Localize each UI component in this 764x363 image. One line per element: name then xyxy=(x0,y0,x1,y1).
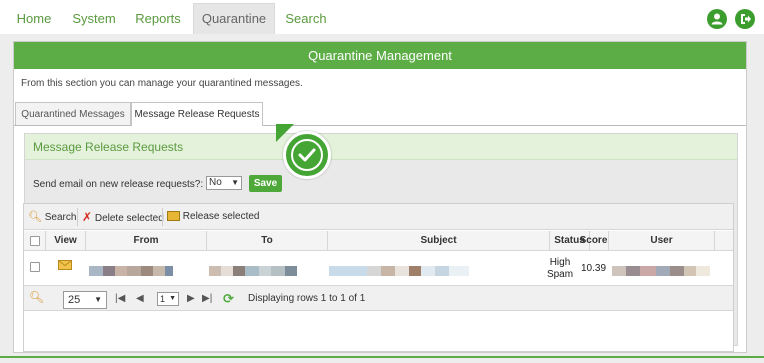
column-header-subject[interactable]: Subject xyxy=(328,231,550,251)
release-selected-label: Release selected xyxy=(182,211,260,222)
release-icon xyxy=(167,211,180,222)
toolbar-divider xyxy=(77,208,78,226)
row-checkbox[interactable] xyxy=(30,262,40,272)
tabs-divider xyxy=(14,125,746,126)
from-cell-redacted xyxy=(89,266,174,276)
email-setting-value: No xyxy=(209,177,222,188)
release-selected-button[interactable]: Release selected xyxy=(167,210,260,224)
delete-selected-label: Delete selected xyxy=(94,213,164,224)
next-page-icon[interactable]: ▶ xyxy=(187,293,195,304)
to-cell-redacted xyxy=(209,266,301,276)
email-setting-label: Send email on new release requests?: xyxy=(33,179,204,190)
column-header-score[interactable]: Score xyxy=(579,231,609,251)
logout-icon[interactable] xyxy=(735,9,755,29)
grid-header-row: View From To Subject Status Score User xyxy=(24,231,733,251)
envelope-icon[interactable] xyxy=(58,260,72,272)
tab-quarantined-messages[interactable]: Quarantined Messages xyxy=(15,102,131,126)
delete-icon: ✗ xyxy=(82,210,93,224)
chevron-down-icon: ▼ xyxy=(231,178,239,187)
requests-grid: 🔍︎ Search ✗ Delete selected Release sele… xyxy=(23,203,734,352)
success-check-icon xyxy=(283,131,331,179)
nav-tab-system[interactable]: System xyxy=(66,4,122,34)
score-cell: 10.39 xyxy=(581,263,607,274)
pager-info: Displaying rows 1 to 1 of 1 xyxy=(248,293,366,304)
nav-tab-search[interactable]: Search xyxy=(280,4,332,34)
status-cell: High Spam xyxy=(541,257,579,281)
top-nav: Home System Reports Quarantine Search xyxy=(0,0,764,38)
section-title: Message Release Requests xyxy=(25,134,737,160)
nav-tab-reports[interactable]: Reports xyxy=(128,4,188,34)
column-header-from[interactable]: From xyxy=(86,231,207,251)
intro-text: From this section you can manage your qu… xyxy=(21,78,303,89)
save-button[interactable]: Save xyxy=(249,175,282,192)
page-number-value: 1 xyxy=(160,294,166,304)
subject-cell-redacted xyxy=(329,266,469,276)
footer-line xyxy=(0,356,764,358)
chevron-down-icon: ▼ xyxy=(94,295,102,304)
first-page-icon[interactable]: |◀ xyxy=(115,293,125,304)
search-icon: 🔍︎ xyxy=(28,211,42,223)
page-number-select[interactable]: 1 ▼ xyxy=(157,292,179,306)
panel-title: Quarantine Management xyxy=(14,42,746,69)
search-button[interactable]: 🔍︎ Search xyxy=(28,210,76,224)
select-all-cell xyxy=(24,231,46,251)
column-header-user[interactable]: User xyxy=(609,231,715,251)
page-size-select[interactable]: 25 ▼ xyxy=(63,291,107,309)
toolbar-divider xyxy=(162,208,163,226)
column-header-to[interactable]: To xyxy=(207,231,328,251)
user-cell-redacted xyxy=(612,266,712,276)
status-line-2: Spam xyxy=(546,269,574,280)
refresh-icon[interactable]: ⟳ xyxy=(223,291,234,307)
select-all-checkbox[interactable] xyxy=(30,236,40,246)
grid-toolbar: 🔍︎ Search ✗ Delete selected Release sele… xyxy=(24,204,733,230)
grid-pager: 🔍︎ 25 ▼ |◀ ◀ 1 ▼ ▶ ▶| ⟳ Displaying rows … xyxy=(24,285,733,311)
delete-selected-button[interactable]: ✗ Delete selected xyxy=(82,210,164,224)
user-icon[interactable] xyxy=(707,9,727,29)
tab-message-release-requests[interactable]: Message Release Requests xyxy=(131,102,263,126)
last-page-icon[interactable]: ▶| xyxy=(202,293,212,304)
status-line-1: High xyxy=(549,257,571,268)
pager-search-icon[interactable]: 🔍︎ xyxy=(29,290,44,304)
nav-tab-quarantine[interactable]: Quarantine xyxy=(193,3,275,38)
nav-tab-home[interactable]: Home xyxy=(8,4,60,34)
column-header-view[interactable]: View xyxy=(46,231,86,251)
chevron-down-icon: ▼ xyxy=(169,295,176,302)
email-setting-select[interactable]: No ▼ xyxy=(206,176,242,190)
page-size-value: 25 xyxy=(68,294,81,306)
table-row[interactable]: High Spam 10.39 xyxy=(24,252,733,284)
prev-page-icon[interactable]: ◀ xyxy=(136,293,144,304)
search-button-label: Search xyxy=(44,212,77,223)
